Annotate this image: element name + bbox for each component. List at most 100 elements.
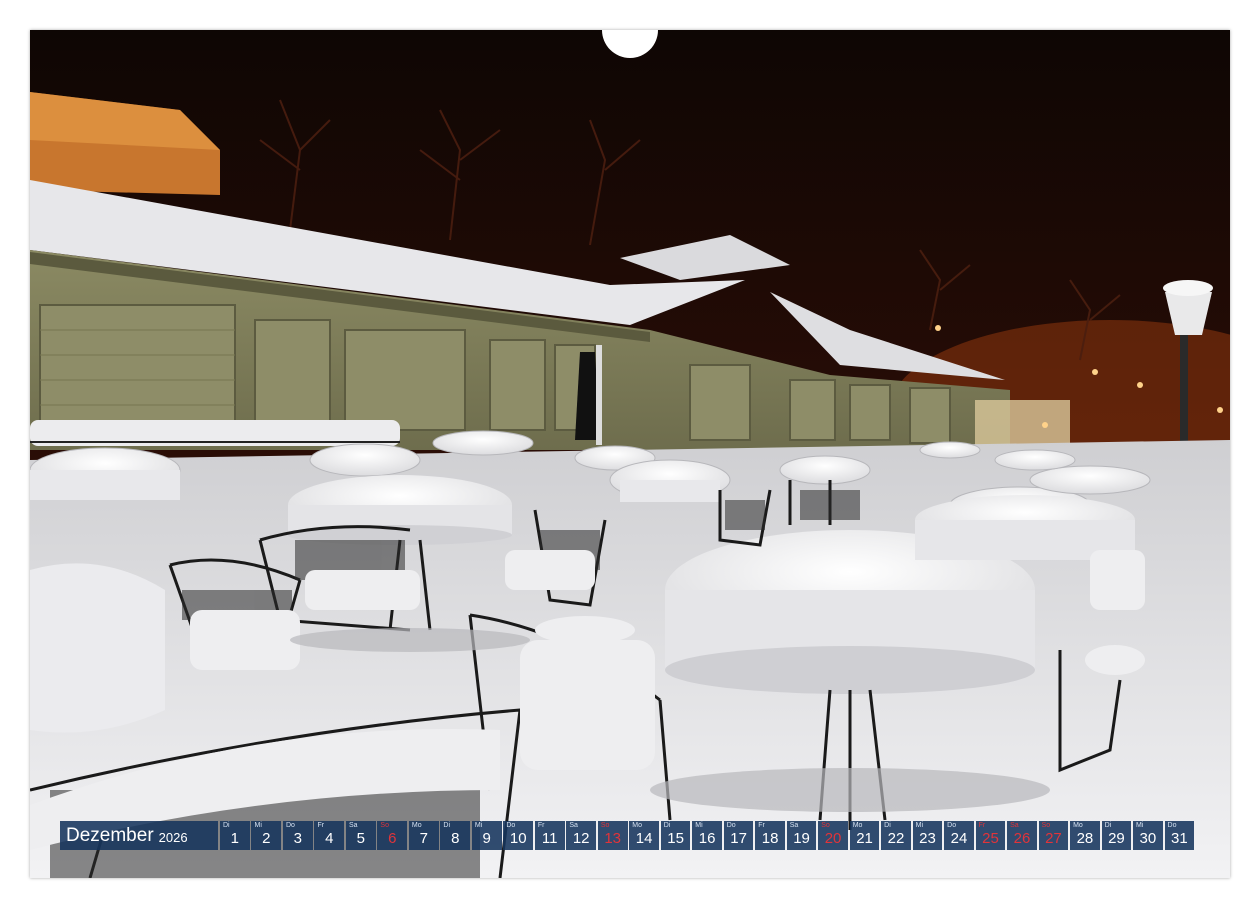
day-number: 2 bbox=[262, 830, 271, 847]
day-cells: Di 1 Mi 2 Do 3 Fr 4 Sa 5 So 6 Mo 7 Di 8 Mi 9 Do 10 Fr 11 Sa 12 S… bbox=[220, 821, 1196, 850]
day-cell: Mo 21 bbox=[849, 821, 880, 850]
month-label: Dezember 2026 bbox=[60, 821, 218, 850]
weekday-label: Do bbox=[506, 822, 516, 829]
day-number: 5 bbox=[356, 830, 365, 847]
weekday-label: Mi bbox=[695, 822, 703, 829]
day-number: 16 bbox=[698, 830, 716, 847]
day-cell: Di 22 bbox=[881, 821, 911, 850]
weekday-label: Mo bbox=[411, 822, 422, 829]
weekday-label: Fr bbox=[537, 822, 545, 829]
day-number: 27 bbox=[1045, 830, 1062, 847]
day-number: 24 bbox=[950, 830, 968, 847]
weekday-label: Sa bbox=[1010, 822, 1019, 829]
weekday-label: Sa bbox=[569, 822, 578, 829]
day-number: 7 bbox=[419, 830, 428, 847]
day-cell: Di 1 bbox=[220, 821, 250, 850]
day-cell: Do 31 bbox=[1164, 821, 1195, 850]
day-number: 21 bbox=[856, 830, 873, 847]
day-number: 14 bbox=[635, 830, 653, 847]
day-number: 1 bbox=[230, 830, 240, 847]
day-cell: Fr 4 bbox=[314, 821, 345, 850]
day-cell: Fr 18 bbox=[755, 821, 785, 850]
calendar-page: Dezember 2026 Di 1 Mi 2 Do 3 Fr 4 Sa 5 So 6 Mo 7 Di 8 Mi… bbox=[0, 0, 1260, 908]
day-number: 26 bbox=[1013, 830, 1031, 847]
weekday-label: Mi bbox=[474, 822, 483, 829]
day-number: 4 bbox=[325, 830, 334, 847]
day-cell: So 27 bbox=[1038, 821, 1069, 850]
weekday-label: Do bbox=[1167, 822, 1177, 829]
day-cell: So 13 bbox=[597, 821, 628, 850]
weekday-label: Di bbox=[443, 822, 451, 829]
day-number: 15 bbox=[667, 830, 684, 847]
day-cell: Di 15 bbox=[660, 821, 691, 850]
month-name: Dezember bbox=[66, 824, 154, 846]
day-cell: Di 8 bbox=[440, 821, 471, 850]
weekday-label: Fr bbox=[317, 822, 325, 829]
weekday-label: Mi bbox=[1136, 822, 1144, 829]
day-number: 22 bbox=[887, 830, 905, 847]
day-number: 18 bbox=[761, 830, 779, 847]
day-cell: Mo 28 bbox=[1070, 821, 1100, 850]
day-cell: Mo 7 bbox=[408, 821, 439, 850]
day-number: 25 bbox=[982, 830, 999, 847]
calendar-strip: Dezember 2026 Di 1 Mi 2 Do 3 Fr 4 Sa 5 So 6 Mo 7 Di 8 Mi… bbox=[60, 821, 1196, 850]
weekday-label: Fr bbox=[758, 822, 765, 829]
weekday-label: So bbox=[380, 822, 389, 829]
day-number: 13 bbox=[604, 830, 621, 847]
day-cell: Fr 11 bbox=[534, 821, 565, 850]
day-cell: Mi 9 bbox=[471, 821, 502, 850]
weekday-label: Fr bbox=[978, 822, 986, 829]
weekday-label: Mi bbox=[254, 822, 262, 829]
day-number: 30 bbox=[1139, 830, 1157, 847]
day-number: 3 bbox=[293, 830, 302, 847]
day-cell: Sa 5 bbox=[345, 821, 376, 850]
weekday-label: Di bbox=[223, 822, 230, 829]
day-number: 31 bbox=[1171, 830, 1188, 847]
day-cell: Sa 19 bbox=[786, 821, 817, 850]
day-cell: Mi 16 bbox=[692, 821, 722, 850]
day-number: 12 bbox=[572, 830, 590, 847]
photo-snowy-terrace bbox=[30, 30, 1230, 878]
weekday-label: Do bbox=[726, 822, 736, 829]
year-label: 2026 bbox=[158, 830, 188, 845]
weekday-label: Sa bbox=[789, 822, 799, 829]
day-cell: Sa 26 bbox=[1007, 821, 1037, 850]
day-number: 20 bbox=[824, 830, 842, 847]
weekday-label: Mo bbox=[852, 822, 863, 829]
day-cell: Do 17 bbox=[723, 821, 754, 850]
day-cell: Di 29 bbox=[1101, 821, 1132, 850]
day-number: 17 bbox=[730, 830, 747, 847]
day-number: 23 bbox=[919, 830, 936, 847]
day-cell: Mo 14 bbox=[629, 821, 659, 850]
weekday-label: Di bbox=[1104, 822, 1112, 829]
weekday-label: So bbox=[600, 822, 610, 829]
day-cell: Do 24 bbox=[944, 821, 974, 850]
day-cell: Mi 2 bbox=[251, 821, 282, 850]
day-number: 19 bbox=[793, 830, 810, 847]
day-number: 8 bbox=[451, 830, 460, 847]
day-number: 29 bbox=[1108, 830, 1125, 847]
weekday-label: Do bbox=[947, 822, 957, 829]
day-cell: So 20 bbox=[818, 821, 848, 850]
day-cell: Fr 25 bbox=[975, 821, 1006, 850]
weekday-label: Di bbox=[884, 822, 891, 829]
day-number: 6 bbox=[388, 830, 397, 847]
weekday-label: Do bbox=[285, 822, 295, 829]
weekday-label: So bbox=[1041, 822, 1051, 829]
day-number: 9 bbox=[482, 830, 491, 847]
weekday-label: Sa bbox=[348, 822, 358, 829]
day-cell: Mi 23 bbox=[912, 821, 943, 850]
day-number: 11 bbox=[541, 830, 558, 847]
weekday-label: So bbox=[821, 822, 830, 829]
day-cell: Sa 12 bbox=[566, 821, 597, 850]
weekday-label: Mo bbox=[632, 822, 643, 829]
weekday-label: Mi bbox=[915, 822, 924, 829]
day-cell: Do 10 bbox=[503, 821, 534, 850]
day-cell: So 6 bbox=[377, 821, 408, 850]
weekday-label: Di bbox=[663, 822, 671, 829]
day-cell: Mi 30 bbox=[1133, 821, 1163, 850]
day-cell: Do 3 bbox=[282, 821, 313, 850]
day-number: 10 bbox=[509, 830, 527, 847]
day-number: 28 bbox=[1076, 830, 1094, 847]
weekday-label: Mo bbox=[1073, 822, 1083, 829]
